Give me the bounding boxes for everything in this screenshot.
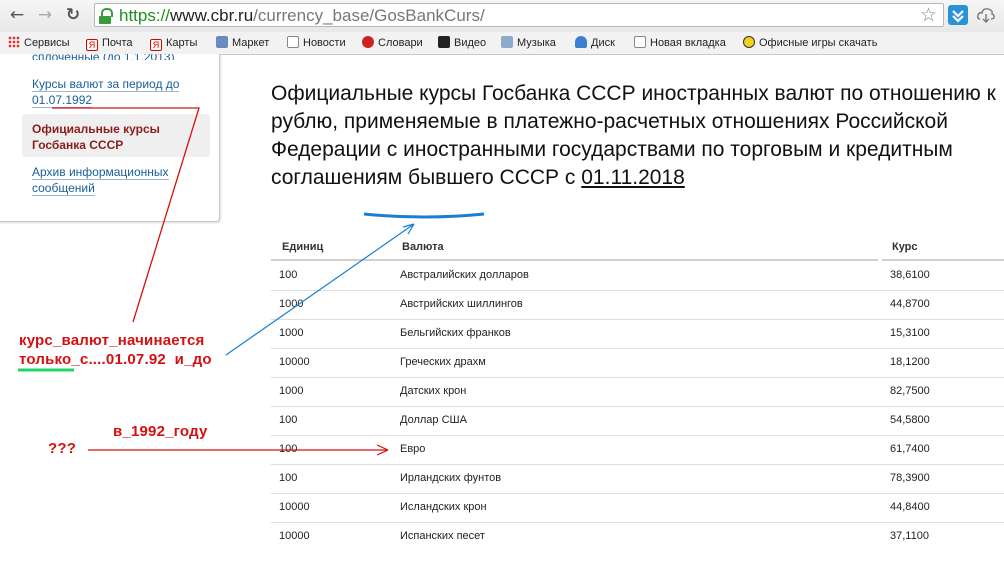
annotation-question: ??? bbox=[48, 440, 77, 457]
red-pointer-line bbox=[52, 107, 200, 323]
annotation-year: в_1992_году bbox=[113, 423, 208, 440]
blue-underline bbox=[363, 212, 485, 219]
annotation-line1: курс_валют_начинается bbox=[19, 332, 205, 349]
blue-arrow-line bbox=[225, 223, 415, 356]
annotation-line2: только_с....01.07.92 и_до bbox=[19, 351, 212, 368]
annotation-overlay bbox=[18, 107, 485, 456]
